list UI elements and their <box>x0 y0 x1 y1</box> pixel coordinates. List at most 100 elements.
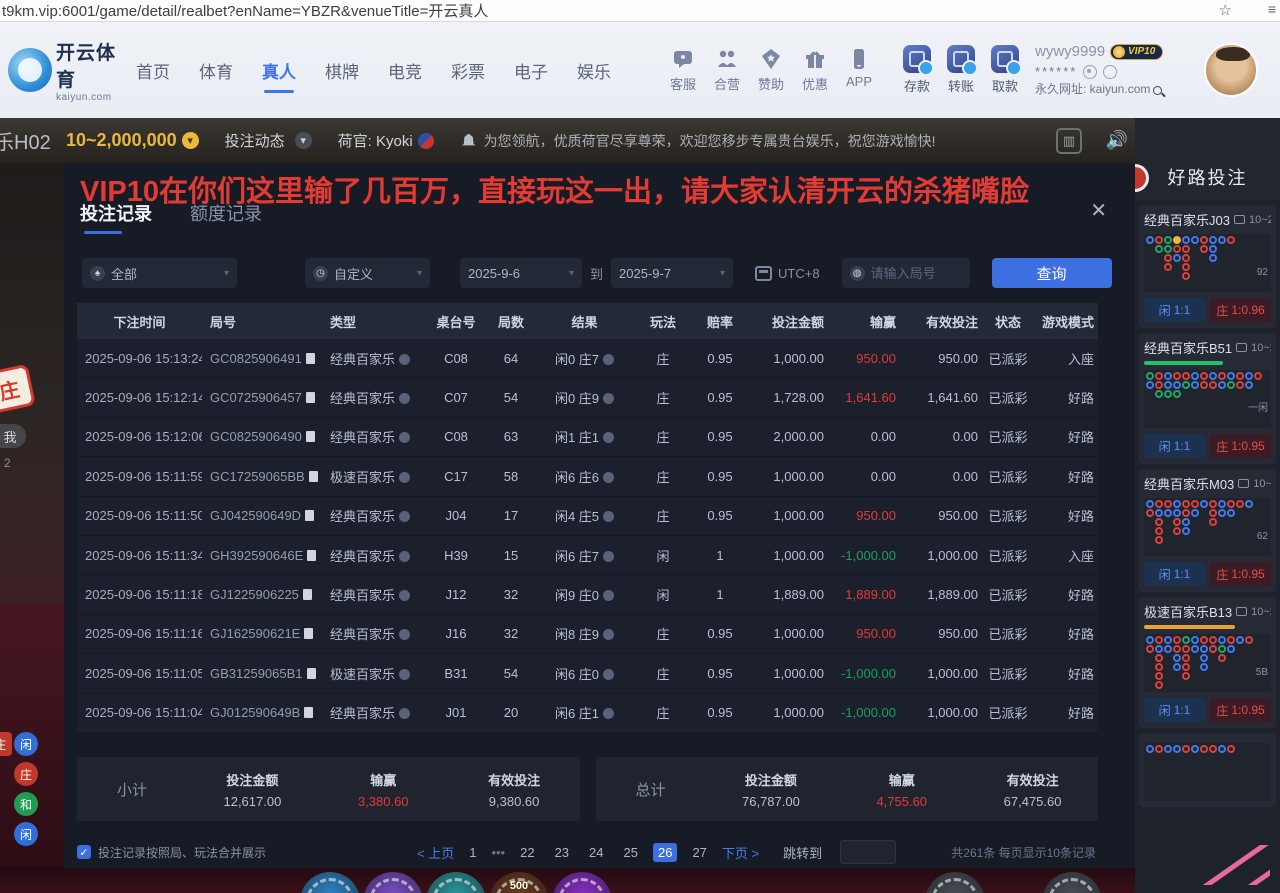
close-icon[interactable]: ✕ <box>1090 198 1107 223</box>
avatar[interactable] <box>1204 43 1258 97</box>
quick-action-APP[interactable]: APP <box>837 47 881 93</box>
copy-icon[interactable] <box>307 550 316 561</box>
cell-2: 经典百家乐 <box>322 388 427 407</box>
nav-item-体育[interactable]: 体育 <box>197 52 235 89</box>
copy-icon[interactable] <box>303 589 312 600</box>
info-icon[interactable] <box>399 354 410 365</box>
round-number-field[interactable]: ◍ <box>842 258 970 288</box>
info-icon[interactable] <box>399 511 410 522</box>
info-icon[interactable] <box>399 472 410 483</box>
player-bet-button[interactable]: 闲1:1 <box>1144 562 1205 586</box>
info-icon[interactable] <box>399 551 410 562</box>
search-icon[interactable] <box>1153 86 1162 95</box>
jump-input[interactable] <box>840 840 896 864</box>
page-26[interactable]: 26 <box>653 843 677 862</box>
player-bet-button[interactable]: 闲1:1 <box>1144 298 1205 322</box>
nav-item-棋牌[interactable]: 棋牌 <box>323 52 361 89</box>
page-1[interactable]: 1 <box>464 843 481 862</box>
game-type-dropdown[interactable]: ♠ 全部▾ <box>82 258 237 288</box>
site-logo[interactable]: 开云体育 kaiyun.com <box>8 38 120 103</box>
copy-icon[interactable] <box>307 668 316 679</box>
info-icon[interactable] <box>399 629 410 640</box>
nav-item-电子[interactable]: 电子 <box>512 52 550 89</box>
info-icon[interactable] <box>399 590 410 601</box>
result-info-icon[interactable] <box>603 472 614 483</box>
quick-action-客服[interactable]: 客服 <box>661 47 705 93</box>
copy-icon[interactable] <box>304 707 313 718</box>
game-card-header[interactable]: 极速百家乐B1310~2,000,000 <box>1144 602 1271 621</box>
result-info-icon[interactable] <box>603 669 614 680</box>
game-card-header[interactable]: 经典百家乐B5110~2,000,000 <box>1144 338 1271 357</box>
roadmap-dot-r <box>1173 645 1181 653</box>
result-info-icon[interactable] <box>603 432 614 443</box>
result-info-icon[interactable] <box>603 708 614 719</box>
limit-chevron-icon[interactable]: ▾ <box>182 132 199 149</box>
result-info-icon[interactable] <box>603 354 614 365</box>
game-top-bar: 乐H02 10~2,000,000 ▾ 投注动态 ▾ 荷官: Kyoki 为您领… <box>0 118 1280 163</box>
roadmap-dot-r <box>1155 536 1163 544</box>
browser-menu-icon[interactable]: ≡ <box>1268 1 1276 17</box>
player-bet-button[interactable]: 闲1:1 <box>1144 698 1205 722</box>
money-action-转账[interactable]: 转账 <box>947 45 975 95</box>
date-from-dropdown[interactable]: 2025-9-6▾ <box>460 258 582 288</box>
nav-item-首页[interactable]: 首页 <box>134 52 172 89</box>
cell-1: GJ012590649B <box>202 705 322 720</box>
info-icon[interactable] <box>399 669 410 680</box>
tab-额度记录[interactable]: 额度记录 <box>190 200 262 234</box>
info-icon[interactable] <box>399 708 410 719</box>
game-card-header[interactable]: 经典百家乐J0310~2,000,000 <box>1144 210 1271 229</box>
tab-投注记录[interactable]: 投注记录 <box>80 200 152 234</box>
url-text[interactable]: t9km.vip:6001/game/detail/realbet?enName… <box>2 0 488 21</box>
bookmark-star-icon[interactable]: ☆ <box>1219 1 1232 19</box>
merge-checkbox[interactable]: ✓ <box>77 845 91 859</box>
copy-icon[interactable] <box>306 392 315 403</box>
quick-action-赞助[interactable]: 赞助 <box>749 47 793 93</box>
result-info-icon[interactable] <box>603 551 614 562</box>
bet-trend-button[interactable]: 投注动态 ▾ <box>225 130 312 151</box>
page-27[interactable]: 27 <box>687 843 711 862</box>
money-action-存款[interactable]: 存款 <box>903 45 931 95</box>
copy-icon[interactable] <box>309 471 318 482</box>
roadmap-column <box>1200 636 1208 690</box>
nav-item-电竞[interactable]: 电竞 <box>386 52 424 89</box>
volume-icon[interactable]: 🔊 <box>1104 128 1130 154</box>
date-to-dropdown[interactable]: 2025-9-7▾ <box>611 258 733 288</box>
copy-icon[interactable] <box>304 628 313 639</box>
page-23[interactable]: 23 <box>550 843 574 862</box>
copy-icon[interactable] <box>306 431 315 442</box>
quick-action-优惠[interactable]: 优惠 <box>793 47 837 93</box>
time-range-dropdown[interactable]: ◷ 自定义▾ <box>305 258 430 288</box>
roadmap-empty <box>1200 518 1208 526</box>
eye-icon[interactable] <box>1083 65 1097 79</box>
banker-bet-button[interactable]: 庄1:0.95 <box>1210 698 1271 722</box>
page-22[interactable]: 22 <box>515 843 539 862</box>
page-24[interactable]: 24 <box>584 843 608 862</box>
money-action-取款[interactable]: 取款 <box>991 45 1019 95</box>
result-info-icon[interactable] <box>603 629 614 640</box>
quick-action-合营[interactable]: 合营 <box>705 47 749 93</box>
search-button[interactable]: 查询 <box>992 258 1112 288</box>
prev-page-button[interactable]: < 上页 <box>417 843 454 862</box>
round-number-input[interactable] <box>871 266 961 281</box>
info-icon[interactable] <box>399 393 410 404</box>
video-quality-icon[interactable]: ▥ <box>1056 128 1082 154</box>
banker-bet-button[interactable]: 庄1:0.96 <box>1210 298 1271 322</box>
player-bet-button[interactable]: 闲1:1 <box>1144 434 1205 458</box>
copy-icon[interactable] <box>305 510 314 521</box>
nav-item-彩票[interactable]: 彩票 <box>449 52 487 89</box>
nav-item-真人[interactable]: 真人 <box>260 52 298 89</box>
page-25[interactable]: 25 <box>619 843 643 862</box>
info-icon[interactable] <box>399 432 410 443</box>
nav-item-娱乐[interactable]: 娱乐 <box>575 52 613 89</box>
banker-bet-button[interactable]: 庄1:0.95 <box>1210 434 1271 458</box>
copy-icon[interactable] <box>306 353 315 364</box>
game-card-header[interactable]: 经典百家乐M0310~2,000,000 <box>1144 474 1271 493</box>
result-info-icon[interactable] <box>603 511 614 522</box>
banker-bet-button[interactable]: 庄1:0.95 <box>1210 562 1271 586</box>
cell-11: 已派彩 <box>982 349 1034 368</box>
result-info-icon[interactable] <box>603 393 614 404</box>
roadmap-dot-b <box>1227 372 1235 380</box>
roadmap-empty <box>1191 408 1199 416</box>
result-info-icon[interactable] <box>603 590 614 601</box>
next-page-button[interactable]: 下页 > <box>722 843 759 862</box>
